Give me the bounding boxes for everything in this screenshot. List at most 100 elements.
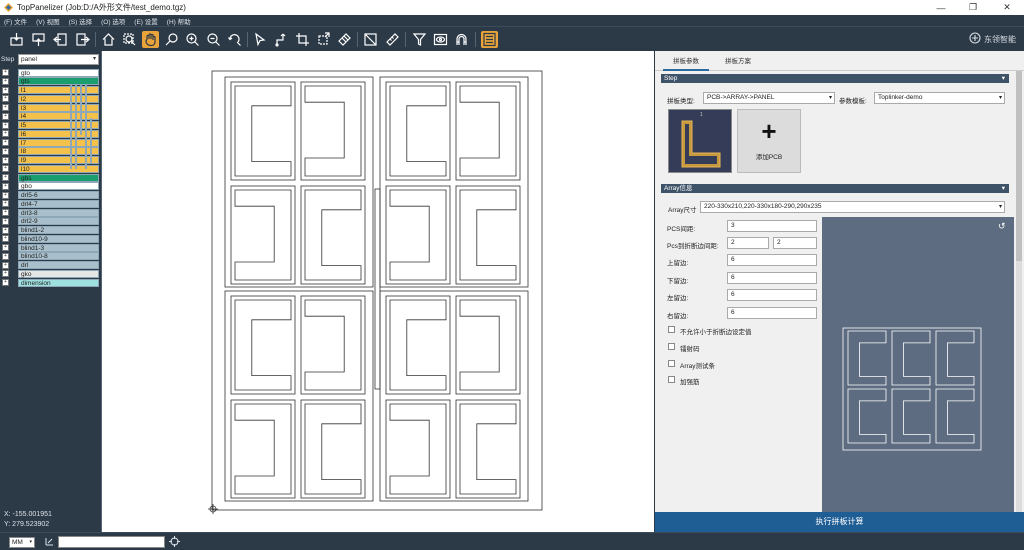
layer-row[interactable]: + gko: [2, 269, 99, 278]
export-icon[interactable]: [30, 31, 47, 48]
layer-row[interactable]: + gbo: [2, 182, 99, 191]
layer-row[interactable]: + drl5-6: [2, 191, 99, 200]
transform-icon[interactable]: [315, 31, 332, 48]
open-icon[interactable]: [52, 31, 69, 48]
tab-panel-params[interactable]: 拼板参数: [663, 55, 709, 71]
left-margin-input[interactable]: 6: [727, 289, 817, 301]
array-size-select[interactable]: 220-330x210,220-330x180-290,290x235 ▾: [700, 201, 1005, 213]
checkbox-laser-code[interactable]: [668, 343, 675, 350]
layer-row[interactable]: + drl4-7: [2, 199, 99, 208]
layer-toggle-checkbox[interactable]: +: [2, 209, 9, 216]
template-select[interactable]: Toplinker-demo ▾: [874, 92, 1005, 104]
layer-toggle-checkbox[interactable]: +: [2, 86, 9, 94]
menu-view[interactable]: (V) 视图: [36, 16, 59, 26]
layer-toggle-checkbox[interactable]: +: [2, 235, 9, 243]
save-icon[interactable]: [74, 31, 91, 48]
right-scrollbar[interactable]: [1016, 71, 1022, 512]
menu-options[interactable]: (O) 选项: [101, 16, 125, 26]
zoom-out-icon[interactable]: [205, 31, 222, 48]
zoom-fit-icon[interactable]: [121, 31, 138, 48]
pan-hand-icon[interactable]: [142, 31, 159, 48]
menu-select[interactable]: (S) 选择: [69, 16, 92, 26]
layer-toggle-checkbox[interactable]: +: [2, 156, 9, 164]
minimize-button[interactable]: —: [926, 0, 956, 15]
top-margin-input[interactable]: 6: [727, 254, 817, 266]
zoom-previous-icon[interactable]: [226, 31, 243, 48]
layer-toggle-checkbox[interactable]: +: [2, 112, 9, 120]
layer-toggle-checkbox[interactable]: +: [2, 95, 9, 103]
layer-toggle-checkbox[interactable]: +: [2, 252, 9, 260]
layer-toggle-checkbox[interactable]: +: [2, 217, 9, 225]
layer-toggle-checkbox[interactable]: +: [2, 165, 9, 173]
command-input[interactable]: [58, 536, 165, 548]
layer-row[interactable]: + gto: [2, 68, 99, 77]
tab-panel-plan[interactable]: 拼板方案: [715, 55, 761, 71]
panel-view-icon[interactable]: [481, 31, 498, 48]
zoom-window-icon[interactable]: [163, 31, 180, 48]
menu-file[interactable]: (F) 文件: [4, 16, 27, 26]
layer-toggle-checkbox[interactable]: +: [2, 226, 9, 234]
pcs-gap-input[interactable]: 3: [727, 220, 817, 232]
menu-help[interactable]: (H) 帮助: [167, 16, 191, 26]
layer-toggle-checkbox[interactable]: +: [2, 147, 9, 155]
layer-toggle-checkbox[interactable]: +: [2, 191, 9, 199]
right-margin-input[interactable]: 6: [727, 307, 817, 319]
layer-row[interactable]: + blind1-2: [2, 226, 99, 235]
pcb-thumbnail[interactable]: 1: [668, 109, 732, 173]
layer-row[interactable]: + dimension: [2, 278, 99, 287]
magnet-icon[interactable]: [453, 31, 470, 48]
layer-toggle-checkbox[interactable]: +: [2, 139, 9, 146]
unit-select[interactable]: MM ▾: [9, 537, 35, 548]
checkbox-stiffener[interactable]: [668, 376, 675, 383]
crop-icon[interactable]: [294, 31, 311, 48]
reset-rotate-icon[interactable]: ↺: [998, 221, 1006, 232]
array-section-header[interactable]: Array信息 ▾: [661, 184, 1009, 193]
layer-toggle-checkbox[interactable]: +: [2, 77, 9, 85]
import-icon[interactable]: [8, 31, 25, 48]
layer-toggle-checkbox[interactable]: +: [2, 261, 9, 269]
checkbox-test-strip[interactable]: [668, 360, 675, 367]
step-section-header[interactable]: Step ▾: [661, 74, 1009, 83]
pcs-edge-input-2[interactable]: 2: [773, 237, 817, 249]
layer-toggle-checkbox[interactable]: +: [2, 182, 9, 190]
filter-icon[interactable]: [411, 31, 428, 48]
layer-toggle-checkbox[interactable]: +: [2, 104, 9, 111]
close-button[interactable]: ✕: [992, 0, 1022, 15]
layer-row[interactable]: + drl: [2, 261, 99, 270]
zoom-in-icon[interactable]: [184, 31, 201, 48]
pcb-tool-icon[interactable]: [336, 31, 353, 48]
diagonal-measure-icon[interactable]: [362, 31, 379, 48]
layer-toggle-checkbox[interactable]: +: [2, 244, 9, 251]
measure-icon[interactable]: [44, 536, 55, 549]
layer-toggle-checkbox[interactable]: +: [2, 174, 9, 181]
layer-row[interactable]: + drl3-8: [2, 208, 99, 217]
layer-toggle-checkbox[interactable]: +: [2, 130, 9, 138]
bottom-margin-input[interactable]: 6: [727, 272, 817, 284]
panel-canvas[interactable]: [101, 51, 654, 532]
menu-settings[interactable]: (E) 设置: [134, 16, 157, 26]
select-arrow-icon[interactable]: [252, 31, 269, 48]
layer-toggle-checkbox[interactable]: +: [2, 200, 9, 208]
locate-icon[interactable]: [169, 536, 180, 549]
layer-toggle-checkbox[interactable]: +: [2, 270, 9, 278]
execute-panelize-button[interactable]: 执行拼板计算: [655, 512, 1024, 532]
restore-button[interactable]: ❐: [958, 0, 988, 15]
panel-type-select[interactable]: PCB->ARRAY->PANEL ▾: [703, 92, 835, 104]
pcs-edge-input-1[interactable]: 2: [727, 237, 769, 249]
home-icon[interactable]: [100, 31, 117, 48]
layer-row[interactable]: + blind1-3: [2, 243, 99, 252]
step-select[interactable]: panel ▾: [18, 53, 99, 65]
route-icon[interactable]: [273, 31, 290, 48]
layer-toggle-checkbox[interactable]: +: [2, 279, 9, 286]
layer-row[interactable]: + blind10-9: [2, 234, 99, 243]
layer-row[interactable]: + drl2-9: [2, 217, 99, 226]
layer-toggle-checkbox[interactable]: +: [2, 121, 9, 129]
layer-row[interactable]: + gbs: [2, 173, 99, 182]
ruler-icon[interactable]: [384, 31, 401, 48]
view-eye-icon[interactable]: [432, 31, 449, 48]
checkbox-min-edge[interactable]: [668, 326, 675, 333]
scrollbar-thumb[interactable]: [1016, 71, 1022, 261]
add-pcb-button[interactable]: + 添加PCB: [737, 109, 801, 173]
layer-toggle-checkbox[interactable]: +: [2, 69, 9, 76]
layer-row[interactable]: + blind10-8: [2, 252, 99, 261]
